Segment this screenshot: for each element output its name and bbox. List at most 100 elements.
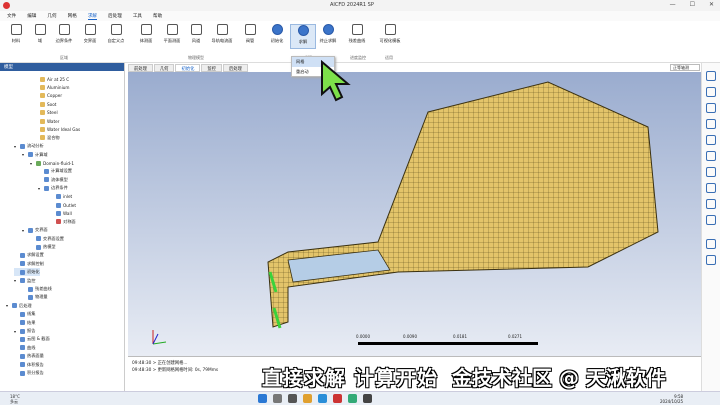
tree-item[interactable]: 计算域设置 xyxy=(38,167,72,175)
tree-item[interactable]: ▾ 后处理 xyxy=(6,302,32,310)
tree-item[interactable]: ▾ Domain-fluid-1 xyxy=(30,159,74,167)
tree-item[interactable]: ▾ 计算域 xyxy=(22,151,48,159)
view-back-icon[interactable] xyxy=(706,151,716,161)
tab-postprocess[interactable]: 后处理 xyxy=(222,64,248,72)
tree-item[interactable]: Water xyxy=(34,117,59,125)
view-orientation-select[interactable]: 正等轴测 xyxy=(670,64,700,71)
tab-initialize[interactable]: 初始化 xyxy=(175,64,201,72)
tree-item[interactable]: Outlet xyxy=(50,201,76,209)
tree-item[interactable]: ▾ 流动分析 xyxy=(14,142,44,150)
view-left-icon[interactable] xyxy=(706,167,716,177)
menu-postprocess[interactable]: 后处理 xyxy=(108,13,122,19)
expand-arrow-icon[interactable]: ▾ xyxy=(22,152,26,157)
tree-item[interactable]: Water Ideal Gas xyxy=(34,125,80,133)
solve-button[interactable]: 求解 xyxy=(290,24,316,49)
3d-viewport[interactable]: 0.0000 0.0090 0.0181 0.0271 xyxy=(128,72,701,356)
menu-mesh[interactable]: 网格 xyxy=(68,13,77,19)
browser-icon[interactable] xyxy=(318,394,327,403)
stop-solve-button[interactable]: 终止求解 xyxy=(315,24,341,44)
tree-item[interactable]: 交界面设置 xyxy=(30,235,64,243)
close-button[interactable]: ✕ xyxy=(709,1,714,8)
menu-help[interactable]: 帮助 xyxy=(153,13,162,19)
valve-button[interactable]: 阀管 xyxy=(237,24,263,44)
tree-item[interactable]: 结果 xyxy=(14,319,35,327)
tree-item[interactable]: ▾ 交界面 xyxy=(22,226,48,234)
domain-button[interactable]: 域 xyxy=(27,24,53,44)
task-view-icon[interactable] xyxy=(288,394,297,403)
expand-arrow-icon[interactable]: ▾ xyxy=(6,303,10,308)
plane-source-button[interactable]: 平面测面 xyxy=(159,24,185,44)
weather-widget[interactable]: 18°C 多云 xyxy=(10,394,20,404)
tree-item[interactable]: Copper xyxy=(34,92,62,100)
app3-icon[interactable] xyxy=(363,394,372,403)
boundary-button[interactable]: 边界条件 xyxy=(51,24,77,44)
tree-item[interactable]: 曲线 xyxy=(14,344,35,352)
expand-arrow-icon[interactable]: ▾ xyxy=(30,161,34,166)
tree-node-icon xyxy=(56,194,61,200)
tree-item[interactable]: 热表面量 xyxy=(14,352,44,360)
tree-item[interactable]: ▾ 监控 xyxy=(14,277,35,285)
residual-button[interactable]: 残差曲线 xyxy=(344,24,370,44)
file-explorer-icon[interactable] xyxy=(303,394,312,403)
tree-item[interactable]: 混合物 xyxy=(34,134,60,142)
screenshot-icon[interactable] xyxy=(706,255,716,265)
tree-item[interactable]: ▾ 边界条件 xyxy=(38,184,68,192)
visual-template-button[interactable]: 可视化模板 xyxy=(377,24,403,44)
system-clock[interactable]: 9:58 2024/10/25 xyxy=(660,394,683,404)
start-icon[interactable] xyxy=(258,394,267,403)
view-right-icon[interactable] xyxy=(706,183,716,193)
tab-geometry[interactable]: 几何 xyxy=(153,64,175,72)
fan-button[interactable]: 风道 xyxy=(183,24,209,44)
wireframe-icon[interactable] xyxy=(706,239,716,249)
app-icon[interactable] xyxy=(333,394,342,403)
tree-item[interactable]: 物理量 xyxy=(22,293,48,301)
minimize-button[interactable]: — xyxy=(670,1,676,8)
view-axis-y-icon[interactable] xyxy=(706,87,716,97)
expand-arrow-icon[interactable]: ▾ xyxy=(14,278,18,283)
expand-arrow-icon[interactable]: ▾ xyxy=(22,228,26,233)
view-front-icon[interactable] xyxy=(706,135,716,145)
app2-icon[interactable] xyxy=(348,394,357,403)
menu-edit[interactable]: 编辑 xyxy=(27,13,36,19)
menu-geometry[interactable]: 几何 xyxy=(47,13,56,19)
custom-point-button[interactable]: 自定义点 xyxy=(103,24,129,44)
maximize-button[interactable]: ☐ xyxy=(690,1,695,8)
view-axis-z-icon[interactable] xyxy=(706,103,716,113)
tree-item[interactable]: ▾ 报告 xyxy=(14,327,35,335)
zoom-fit-icon[interactable] xyxy=(706,199,716,209)
tree-item[interactable]: 求解设置 xyxy=(14,251,44,259)
tab-preprocess[interactable]: 前处理 xyxy=(128,64,153,72)
tree-item[interactable]: 流体模型 xyxy=(38,176,68,184)
initialize-button[interactable]: 初始化 xyxy=(264,24,290,44)
tree-item[interactable]: Soot xyxy=(34,100,56,108)
tree-item[interactable]: Air at 25 C xyxy=(34,75,69,83)
expand-arrow-icon[interactable]: ▾ xyxy=(14,329,18,334)
tree-item[interactable]: 热模型 xyxy=(30,243,56,251)
tree-item[interactable]: 初始化 xyxy=(14,268,40,277)
material-button[interactable]: 材料 xyxy=(3,24,29,44)
volume-source-button[interactable]: 体测面 xyxy=(133,24,159,44)
tree-item[interactable]: Steel xyxy=(34,109,58,117)
menu-tools[interactable]: 工具 xyxy=(133,13,142,19)
tree-item[interactable]: inlet xyxy=(50,193,72,201)
menu-file[interactable]: 文件 xyxy=(7,13,16,19)
expand-arrow-icon[interactable]: ▾ xyxy=(38,186,42,191)
expand-arrow-icon[interactable]: ▾ xyxy=(14,144,18,149)
tree-item[interactable]: 对称面 xyxy=(50,218,76,226)
tree-item[interactable]: 求解控制 xyxy=(14,260,44,268)
zoom-box-icon[interactable] xyxy=(706,215,716,225)
interface-button[interactable]: 交界面 xyxy=(77,24,103,44)
tree-item[interactable]: Wall xyxy=(50,209,72,217)
rail-current-button[interactable]: 导轨电流面 xyxy=(209,24,235,44)
tree-item[interactable]: 残差曲线 xyxy=(22,285,52,293)
tree-item[interactable]: 体积报告 xyxy=(14,361,44,369)
tree-item[interactable]: 积分报告 xyxy=(14,369,44,377)
view-iso-icon[interactable] xyxy=(706,119,716,129)
tab-monitor[interactable]: 监控 xyxy=(201,64,222,72)
tree-item[interactable]: 线集 xyxy=(14,310,35,318)
tree-item[interactable]: 云图 & 截面 xyxy=(14,335,50,343)
menu-solve[interactable]: 求解 xyxy=(87,13,98,20)
search-icon[interactable] xyxy=(273,394,282,403)
view-axis-x-icon[interactable] xyxy=(706,71,716,81)
tree-item[interactable]: Aluminium xyxy=(34,83,69,91)
